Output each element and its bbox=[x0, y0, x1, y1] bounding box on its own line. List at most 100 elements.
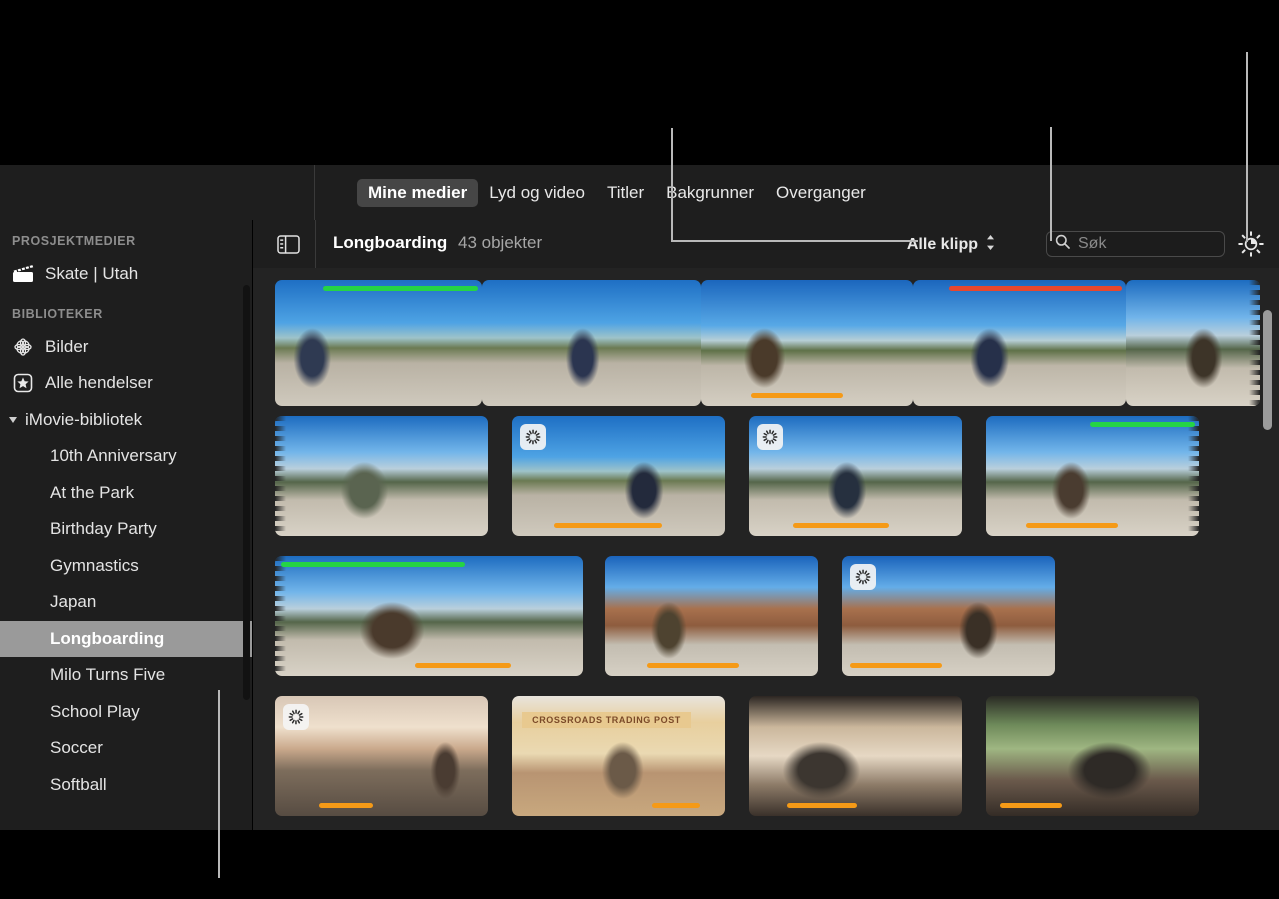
thumbnail-subject bbox=[913, 280, 1126, 406]
sidebar-item-label: School Play bbox=[50, 702, 140, 722]
search-input[interactable]: Søk bbox=[1046, 231, 1225, 257]
media-thumbnail-skater-red-rock-cliff[interactable] bbox=[605, 556, 818, 676]
tab-overganger[interactable]: Overganger bbox=[765, 179, 877, 207]
sidebar-item-skate-utah[interactable]: Skate | Utah bbox=[0, 256, 252, 293]
used-in-project-bar bbox=[787, 803, 857, 808]
favorite-marker-bar bbox=[281, 562, 465, 567]
header-divider bbox=[315, 220, 316, 268]
favorite-marker-bar bbox=[1090, 422, 1195, 427]
callout-search-field bbox=[1050, 127, 1052, 241]
sidebar-item-label: Japan bbox=[50, 592, 96, 612]
callout-selected-event bbox=[218, 690, 220, 878]
thumbnail-subject bbox=[749, 696, 962, 816]
sidebar-item-label: Longboarding bbox=[50, 629, 164, 649]
media-thumbnail-skater-standing-roadside[interactable] bbox=[701, 280, 913, 406]
imovie-media-browser-screenshot: Mine medierLyd og videoTitlerBakgrunnerO… bbox=[0, 0, 1279, 899]
media-thumbnail-grid[interactable]: CROSSROADS TRADING POST bbox=[253, 268, 1279, 830]
thumbnail-subject bbox=[275, 280, 482, 406]
sidebar-toggle-icon[interactable] bbox=[271, 231, 305, 257]
sidebar-item-alle-hendelser[interactable]: Alle hendelser bbox=[0, 365, 252, 402]
thumbnail-subject bbox=[275, 416, 488, 536]
sidebar-item-label: Alle hendelser bbox=[45, 373, 153, 393]
media-thumbnail-skater-bent-over-mountain[interactable] bbox=[986, 416, 1199, 536]
event-list: 10th Anniversary At the Park Birthday Part… bbox=[0, 438, 252, 803]
disclosure-triangle-icon[interactable] bbox=[9, 417, 17, 423]
section-header-libraries: BIBLIOTEKER bbox=[0, 293, 252, 329]
used-in-project-bar bbox=[1000, 803, 1062, 808]
sidebar-item-school-play[interactable]: School Play bbox=[0, 694, 252, 731]
tab-titler[interactable]: Titler bbox=[596, 179, 655, 207]
media-thumbnail-skater-black-shirt-carving[interactable] bbox=[913, 280, 1126, 406]
sidebar-item-10th-anniversary[interactable]: 10th Anniversary bbox=[0, 438, 252, 475]
sidebar-item-bilder[interactable]: Bilder bbox=[0, 329, 252, 366]
sidebar-item-longboarding[interactable]: Longboarding bbox=[0, 621, 252, 658]
search-icon bbox=[1055, 234, 1070, 254]
sidebar-item-label: 10th Anniversary bbox=[50, 446, 177, 466]
filmstrip-torn-edge bbox=[275, 416, 286, 536]
sidebar-group-imovie-bibliotek[interactable]: iMovie-bibliotek bbox=[0, 402, 252, 439]
filmstrip-torn-edge bbox=[1188, 416, 1199, 536]
event-title: Longboarding bbox=[333, 233, 447, 253]
used-in-project-bar bbox=[1026, 523, 1118, 528]
grid-scrollbar[interactable] bbox=[1263, 310, 1272, 430]
stepper-chevrons-icon[interactable] bbox=[985, 233, 996, 257]
sidebar-item-label: Skate | Utah bbox=[45, 264, 138, 284]
media-thumbnail-two-skaters-downhill[interactable] bbox=[482, 280, 701, 406]
analyzing-spinner-icon bbox=[757, 424, 783, 450]
clip-filter-popup[interactable]: Alle klipp bbox=[907, 233, 996, 257]
media-thumbnail-group-skating-down-road[interactable] bbox=[512, 416, 725, 536]
used-in-project-bar bbox=[751, 393, 843, 398]
thumbnail-subject bbox=[275, 556, 583, 676]
media-tab-bar: Mine medierLyd og videoTitlerBakgrunnerO… bbox=[0, 165, 1279, 220]
used-in-project-bar bbox=[793, 523, 889, 528]
thumbnail-subject bbox=[1126, 280, 1260, 406]
sidebar-item-label: Milo Turns Five bbox=[50, 665, 165, 685]
sidebar-item-milo-turns-five[interactable]: Milo Turns Five bbox=[0, 657, 252, 694]
media-thumbnail-skater-teal-shirt-arm-up[interactable] bbox=[275, 416, 488, 536]
sidebar-scrollbar[interactable] bbox=[243, 285, 250, 700]
sidebar-item-birthday-party[interactable]: Birthday Party bbox=[0, 511, 252, 548]
media-thumbnail-crossroads-trading-post-group[interactable]: CROSSROADS TRADING POST bbox=[512, 696, 725, 816]
sidebar-item-at-the-park[interactable]: At the Park bbox=[0, 475, 252, 512]
used-in-project-bar bbox=[647, 663, 739, 668]
used-in-project-bar bbox=[319, 803, 373, 808]
tab-lyd-og-video[interactable]: Lyd og video bbox=[478, 179, 596, 207]
analyzing-spinner-icon bbox=[850, 564, 876, 590]
media-thumbnail-skater-crouch-green-hillside[interactable] bbox=[275, 556, 583, 676]
media-thumbnail-sunset-empty-road[interactable] bbox=[275, 696, 488, 816]
filmstrip-torn-edge bbox=[275, 556, 286, 676]
item-count: 43 objekter bbox=[458, 233, 542, 253]
tab-mine-medier[interactable]: Mine medier bbox=[357, 179, 478, 207]
sidebar-item-softball[interactable]: Softball bbox=[0, 767, 252, 804]
gear-icon[interactable] bbox=[1237, 230, 1265, 258]
search-placeholder: Søk bbox=[1078, 235, 1106, 253]
callout-settings-gear bbox=[1246, 52, 1248, 242]
media-thumbnail-skater-red-rocks-two-riders[interactable] bbox=[842, 556, 1055, 676]
sidebar-group-label: iMovie-bibliotek bbox=[25, 410, 142, 430]
sidebar-item-label: Gymnastics bbox=[50, 556, 139, 576]
section-header-project-media: PROSJEKTMEDIER bbox=[0, 220, 252, 256]
sidebar-item-soccer[interactable]: Soccer bbox=[0, 730, 252, 767]
sidebar-item-label: Soccer bbox=[50, 738, 103, 758]
storefront-sign-text: CROSSROADS TRADING POST bbox=[522, 712, 691, 728]
thumbnail-subject bbox=[605, 556, 818, 676]
media-thumbnail-man-sunglasses-in-van[interactable] bbox=[749, 696, 962, 816]
sidebar-item-gymnastics[interactable]: Gymnastics bbox=[0, 548, 252, 585]
tab-divider bbox=[314, 165, 315, 220]
sidebar-item-japan[interactable]: Japan bbox=[0, 584, 252, 621]
used-in-project-bar bbox=[652, 803, 700, 808]
libraries-sidebar[interactable]: PROSJEKTMEDIER Skate | Utah BIBLIOTEKER bbox=[0, 220, 252, 830]
media-thumbnail-longboarder-orange-shirt-crouching[interactable] bbox=[275, 280, 482, 406]
sidebar-item-label: Softball bbox=[50, 775, 107, 795]
sidebar-item-label: Birthday Party bbox=[50, 519, 157, 539]
used-in-project-bar bbox=[850, 663, 942, 668]
media-thumbnail-woman-sunglasses-in-van[interactable] bbox=[986, 696, 1199, 816]
media-thumbnail-yellow-helmet-closeup[interactable] bbox=[1126, 280, 1260, 406]
favorite-marker-bar bbox=[323, 286, 478, 291]
callout-clip-filter-arm bbox=[671, 240, 918, 242]
thumbnail-subject bbox=[701, 280, 913, 406]
sidebar-item-label: At the Park bbox=[50, 483, 134, 503]
media-browser-header: Longboarding 43 objekter Alle klipp Søk bbox=[253, 220, 1279, 269]
media-thumbnail-skater-blue-jacket-hilltop[interactable] bbox=[749, 416, 962, 536]
analyzing-spinner-icon bbox=[283, 704, 309, 730]
